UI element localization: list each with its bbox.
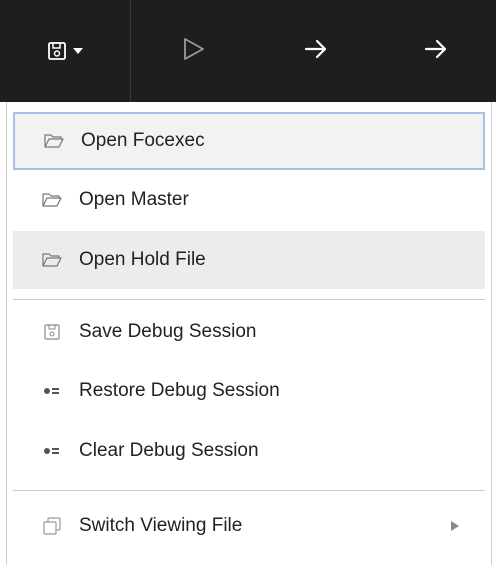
step-into-button[interactable] (376, 0, 496, 102)
menu-item-switch-viewing-file[interactable]: Switch Viewing File (13, 497, 485, 555)
chevron-down-icon (72, 48, 83, 54)
folder-icon (41, 189, 63, 211)
menu-item-label: Open Hold File (79, 249, 206, 270)
session-icon (41, 440, 63, 462)
menu-item-open-focexec[interactable]: Open Focexec (13, 112, 485, 170)
save-menu-button[interactable] (0, 0, 131, 102)
menu-item-label: Switch Viewing File (79, 515, 243, 536)
copy-icon (41, 515, 63, 537)
file-dropdown-menu: Open Focexec Open Master Open Hold File … (6, 102, 492, 565)
session-icon (41, 380, 63, 402)
menu-item-label: Clear Debug Session (79, 440, 259, 461)
save-icon (47, 41, 67, 61)
debug-toolbar (0, 0, 496, 102)
menu-item-label: Save Debug Session (79, 321, 257, 342)
arrow-right-icon (304, 39, 328, 64)
play-icon (183, 37, 205, 66)
menu-item-save-debug-session[interactable]: Save Debug Session (13, 303, 485, 361)
menu-item-restore-debug-session[interactable]: Restore Debug Session (13, 362, 485, 420)
chevron-right-icon (451, 521, 459, 531)
menu-item-open-master[interactable]: Open Master (13, 171, 485, 229)
menu-separator (13, 299, 485, 300)
save-icon (41, 321, 63, 343)
folder-icon (43, 130, 65, 152)
menu-separator (13, 490, 485, 491)
menu-item-clear-debug-session[interactable]: Clear Debug Session (13, 422, 485, 480)
menu-item-label: Open Focexec (81, 130, 205, 151)
arrow-right-icon (424, 39, 448, 64)
run-button[interactable] (131, 0, 257, 102)
menu-item-label: Open Master (79, 189, 189, 210)
menu-item-open-hold-file[interactable]: Open Hold File (13, 231, 485, 289)
folder-icon (41, 249, 63, 271)
menu-item-label: Restore Debug Session (79, 380, 280, 401)
step-over-button[interactable] (256, 0, 376, 102)
